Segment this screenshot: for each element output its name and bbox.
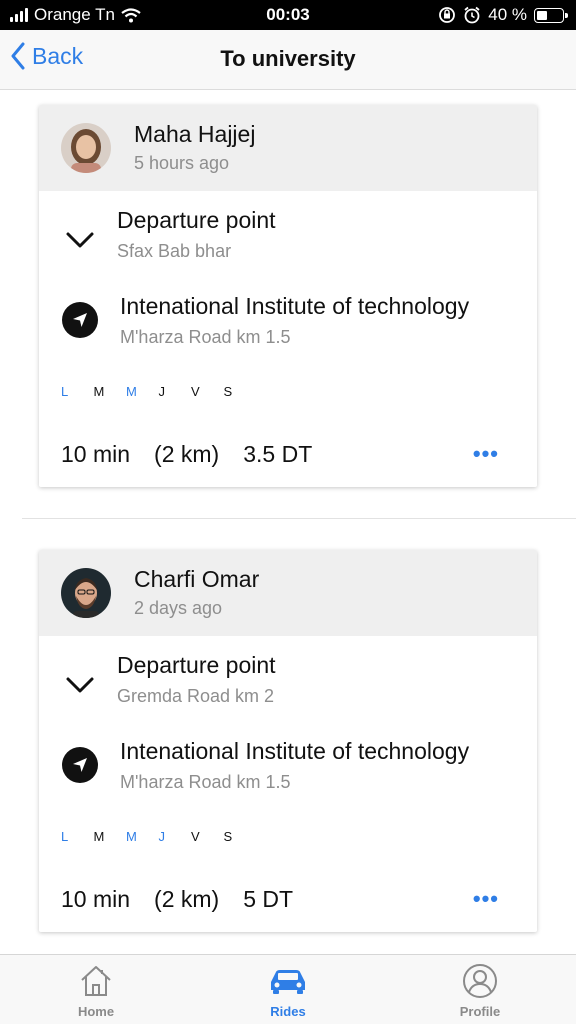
- ride-card[interactable]: Charfi Omar 2 days ago Departure point G…: [39, 550, 537, 932]
- alarm-icon: [464, 6, 480, 24]
- ride-price: 3.5 DT: [243, 441, 313, 467]
- ride-duration: 10 min: [61, 886, 131, 912]
- more-options-button[interactable]: •••: [473, 441, 499, 467]
- tab-profile[interactable]: Profile: [420, 963, 540, 1019]
- divider: [22, 518, 576, 519]
- weekday-list: L M M J V S: [61, 829, 256, 844]
- battery-percent: 40 %: [488, 5, 527, 24]
- driver-avatar[interactable]: [61, 568, 111, 618]
- tab-label: Home: [77, 1004, 115, 1019]
- departure-title: Departure point: [117, 207, 276, 233]
- weekday: J: [158, 829, 166, 844]
- weekday: L: [61, 829, 69, 844]
- tab-bar: Home Rides Profile: [0, 954, 576, 1024]
- ride-summary: 10 min (2 km) 3.5 DT: [61, 441, 336, 468]
- back-label: Back: [32, 42, 84, 69]
- driver-name: Maha Hajjej: [134, 121, 256, 147]
- destination-place: M'harza Road km 1.5: [120, 327, 291, 347]
- navigation-arrow-icon: [61, 301, 99, 339]
- orientation-lock-icon: [439, 7, 456, 23]
- weekday: J: [158, 384, 166, 399]
- posted-time: 5 hours ago: [134, 153, 230, 173]
- destination-stop: Intenational Institute of technology M'h…: [39, 738, 537, 798]
- status-indicators: 40 %: [438, 5, 568, 25]
- departure-title: Departure point: [117, 652, 276, 678]
- weekday-list: L M M J V S: [61, 384, 256, 399]
- home-icon: [81, 966, 111, 996]
- chevron-down-icon[interactable]: [61, 666, 99, 704]
- destination-place: M'harza Road km 1.5: [120, 772, 291, 792]
- driver-name: Charfi Omar: [134, 566, 260, 592]
- navigation-bar: Back To university: [0, 30, 576, 90]
- battery-level: [537, 10, 547, 20]
- status-bar: Orange Tn 00:03 40 %: [0, 0, 576, 30]
- weekday: V: [191, 384, 200, 399]
- ride-duration: 10 min: [61, 441, 131, 467]
- weekday: M: [93, 384, 105, 399]
- destination-title: Intenational Institute of technology: [120, 738, 470, 764]
- ride-distance: (2 km): [154, 441, 220, 467]
- chevron-down-icon[interactable]: [61, 221, 99, 259]
- weekday: M: [93, 829, 105, 844]
- ride-card-header: Maha Hajjej 5 hours ago: [39, 105, 537, 191]
- weekday: V: [191, 829, 200, 844]
- more-options-button[interactable]: •••: [473, 886, 499, 912]
- weekday: S: [223, 829, 233, 844]
- destination-title: Intenational Institute of technology: [120, 293, 470, 319]
- ride-card-header: Charfi Omar 2 days ago: [39, 550, 537, 636]
- ride-card[interactable]: Maha Hajjej 5 hours ago Departure point …: [39, 105, 537, 487]
- back-button[interactable]: Back: [10, 42, 83, 70]
- tab-home[interactable]: Home: [36, 963, 156, 1019]
- tab-rides[interactable]: Rides: [228, 963, 348, 1019]
- departure-stop: Departure point Sfax Bab bhar: [39, 207, 537, 267]
- departure-place: Sfax Bab bhar: [117, 241, 232, 261]
- weekday: M: [126, 829, 137, 844]
- profile-icon: [463, 964, 497, 998]
- tab-label: Rides: [270, 1004, 306, 1019]
- departure-place: Gremda Road km 2: [117, 686, 275, 706]
- weekday: L: [61, 384, 69, 399]
- tab-label: Profile: [459, 1004, 501, 1019]
- chevron-left-icon: [11, 42, 25, 70]
- departure-stop: Departure point Gremda Road km 2: [39, 652, 537, 712]
- battery-icon: [534, 7, 568, 23]
- weekday: S: [223, 384, 233, 399]
- ride-price: 5 DT: [243, 886, 294, 912]
- navigation-arrow-icon: [61, 746, 99, 784]
- car-icon: [271, 970, 305, 994]
- driver-avatar[interactable]: [61, 123, 111, 173]
- ride-distance: (2 km): [154, 886, 220, 912]
- posted-time: 2 days ago: [134, 598, 223, 618]
- page-title: To university: [220, 46, 356, 71]
- ride-summary: 10 min (2 km) 5 DT: [61, 886, 317, 913]
- weekday: M: [126, 384, 137, 399]
- destination-stop: Intenational Institute of technology M'h…: [39, 293, 537, 353]
